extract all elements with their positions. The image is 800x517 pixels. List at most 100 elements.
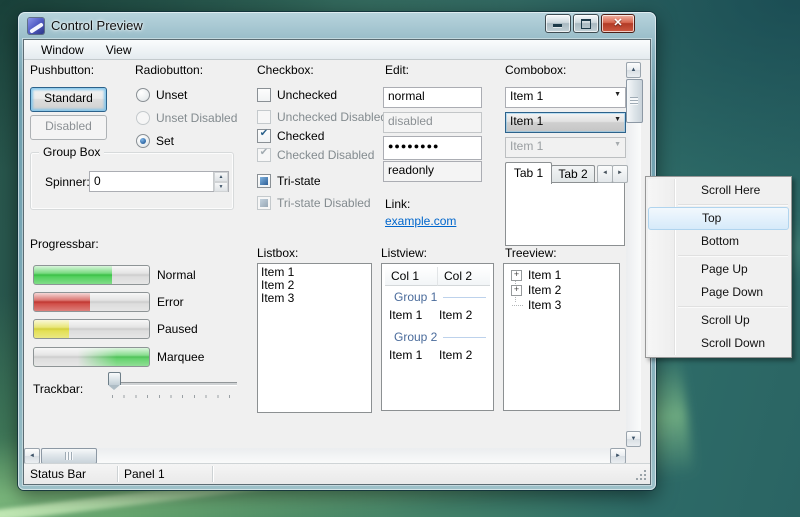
spinner-buttons: ▲ ▼	[213, 172, 228, 191]
spinner-field[interactable]: 0 ▲ ▼	[89, 171, 229, 192]
minimize-button[interactable]	[545, 14, 571, 33]
spinner-down-button[interactable]: ▼	[214, 182, 228, 192]
checkbox-checked[interactable]: ✔ Checked	[257, 129, 324, 143]
maximize-icon	[581, 19, 591, 29]
tree-expand-icon[interactable]: +	[511, 270, 522, 281]
tree-item-1[interactable]: + Item 1	[504, 268, 619, 282]
tab-scroll-left-button[interactable]: ◄	[597, 165, 613, 183]
listview-group-header: Group 2	[394, 330, 490, 344]
edit-password[interactable]: ●●●●●●●●	[383, 136, 482, 160]
trackbar-track[interactable]	[108, 382, 237, 386]
checkbox-tristate-icon	[257, 174, 271, 188]
example-link[interactable]: example.com	[385, 214, 456, 228]
combobox-disabled: Item 1 ▼	[505, 137, 626, 158]
scroll-down-icon: ▼	[627, 432, 640, 446]
column-header-col1[interactable]: Col 1	[385, 267, 438, 286]
window-body: Window View Pushbutton: Radiobutton: Che…	[23, 39, 651, 485]
progressbar-error	[33, 292, 150, 312]
window-title: Control Preview	[51, 18, 143, 33]
checkbox-unchecked-disabled: Unchecked Disabled	[257, 110, 387, 124]
combobox-normal[interactable]: Item 1 ▼	[505, 87, 626, 108]
tree-item-2[interactable]: + Item 2	[504, 283, 619, 297]
menu-item-scroll-down[interactable]: Scroll Down	[648, 332, 789, 355]
chevron-down-icon[interactable]: ▼	[614, 116, 621, 123]
progress-fill	[34, 320, 69, 338]
tab-1[interactable]: Tab 1	[505, 162, 552, 184]
progressbar-paused	[33, 319, 150, 339]
vertical-scroll-thumb[interactable]	[626, 79, 643, 123]
chevron-down-icon[interactable]: ▼	[614, 91, 621, 98]
checkbox-unchecked[interactable]: Unchecked	[257, 88, 337, 102]
maximize-button[interactable]	[573, 14, 599, 33]
close-button[interactable]: ✕	[601, 14, 635, 33]
radio-unset[interactable]: Unset	[136, 88, 187, 102]
scroll-up-button[interactable]: ▲	[626, 62, 641, 78]
scroll-right-button[interactable]: ►	[610, 448, 626, 464]
spinner-value: 0	[94, 174, 101, 188]
size-grip[interactable]	[636, 470, 648, 482]
listbox-label: Listbox:	[257, 246, 298, 260]
trackbar-thumb[interactable]	[108, 372, 121, 385]
menu-window[interactable]: Window	[30, 41, 95, 59]
tree-item-3[interactable]: Item 3	[504, 298, 619, 312]
menu-item-page-down[interactable]: Page Down	[648, 281, 789, 304]
vertical-scrollbar[interactable]: ▲ ▼	[626, 62, 641, 447]
horizontal-scroll-thumb[interactable]	[41, 448, 97, 464]
status-panel-0: Status Bar	[30, 467, 86, 481]
minimize-icon	[553, 24, 562, 27]
listview-header: Col 1 Col 2	[385, 267, 490, 286]
progressbar-marquee	[33, 347, 150, 367]
edit-normal[interactable]: normal	[383, 87, 482, 108]
title-bar[interactable]: Control Preview ✕	[18, 12, 656, 39]
radio-icon	[136, 88, 150, 102]
control-preview-window: Control Preview ✕ Window View Pushbutton…	[18, 12, 656, 490]
checkbox-checked-icon: ✔	[257, 148, 271, 162]
spinner-up-button[interactable]: ▲	[214, 172, 228, 182]
spinner-up-icon: ▲	[219, 174, 224, 180]
progressbar-paused-label: Paused	[157, 322, 198, 336]
treeview-label: Treeview:	[505, 246, 557, 260]
listbox[interactable]: Item 1 Item 2 Item 3	[257, 263, 372, 413]
group-box: Group Box Spinner: 0 ▲ ▼	[30, 152, 234, 210]
checkbox-tristate[interactable]: Tri-state	[257, 174, 321, 188]
edit-label: Edit:	[385, 63, 409, 77]
scroll-right-icon: ►	[611, 449, 625, 463]
tab-scroll-right-button[interactable]: ►	[612, 165, 628, 183]
treeview[interactable]: + Item 1 + Item 2 Item 3	[503, 263, 620, 411]
listview-group-header: Group 1	[394, 290, 490, 304]
marquee-fade	[34, 348, 149, 366]
group-name: Group 1	[394, 290, 437, 304]
chevron-down-icon: ▼	[614, 141, 621, 148]
combobox-focused[interactable]: Item 1 ▼	[505, 112, 626, 133]
horizontal-scrollbar[interactable]: ◄ ►	[24, 448, 626, 464]
client-area: Pushbutton: Radiobutton: Checkbox: Edit:…	[24, 60, 650, 464]
checkbox-option-label: Tri-state	[277, 174, 321, 188]
checkbox-option-label: Unchecked	[277, 88, 337, 102]
menu-item-scroll-here[interactable]: Scroll Here	[648, 179, 789, 202]
menu-item-page-up[interactable]: Page Up	[648, 258, 789, 281]
checkbox-tristate-icon	[257, 196, 271, 210]
column-header-col2[interactable]: Col 2	[438, 267, 490, 286]
listview[interactable]: Col 1 Col 2 Group 1 Item 1 Item 2 Group …	[381, 263, 494, 411]
menu-separator	[678, 306, 788, 307]
progressbar-error-label: Error	[157, 295, 184, 309]
scroll-left-button[interactable]: ◄	[24, 448, 40, 464]
tab-page	[505, 182, 625, 246]
standard-button[interactable]: Standard	[30, 87, 107, 112]
menu-view[interactable]: View	[95, 41, 143, 59]
group-name: Group 2	[394, 330, 437, 344]
scroll-down-button[interactable]: ▼	[626, 431, 641, 447]
checkbox-checked-disabled: ✔ Checked Disabled	[257, 148, 374, 162]
tree-expand-icon[interactable]: +	[511, 285, 522, 296]
checkbox-icon	[257, 110, 271, 124]
list-item[interactable]: Item 3	[258, 292, 371, 305]
spinner-down-icon: ▼	[219, 184, 224, 190]
menu-item-top[interactable]: Top	[648, 207, 789, 230]
disabled-button: Disabled	[30, 115, 107, 140]
radio-set[interactable]: Set	[136, 134, 174, 148]
menu-item-bottom[interactable]: Bottom	[648, 230, 789, 253]
status-separator	[212, 466, 213, 482]
edit-readonly[interactable]: readonly	[383, 161, 482, 182]
progressbar-normal-label: Normal	[157, 268, 196, 282]
menu-item-scroll-up[interactable]: Scroll Up	[648, 309, 789, 332]
